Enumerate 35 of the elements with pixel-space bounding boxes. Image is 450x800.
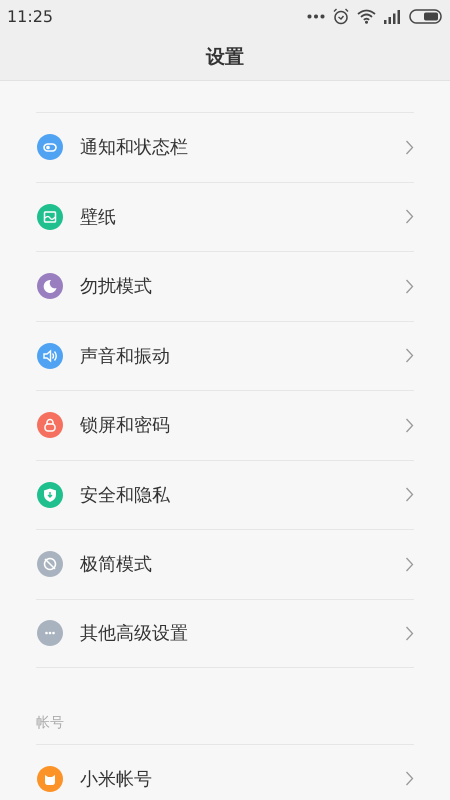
battery-icon: [409, 9, 442, 24]
status-time: 11:25: [7, 7, 54, 26]
chevron-icon: [405, 771, 414, 786]
wifi-icon: [357, 9, 376, 24]
item-label: 其他高级设置: [80, 622, 189, 646]
settings-item[interactable]: 勿扰模式: [36, 251, 414, 320]
item-label: 通知和状态栏: [80, 136, 189, 160]
chevron-icon: [405, 556, 414, 572]
alarm-icon: [333, 8, 349, 25]
settings-item[interactable]: 声音和振动: [36, 320, 414, 390]
item-label: 锁屏和密码: [80, 414, 171, 438]
chevron-icon: [405, 348, 414, 364]
item-label: 声音和振动: [80, 344, 171, 368]
chevron-icon: [405, 418, 414, 433]
item-label: 安全和隐私: [80, 484, 171, 507]
signal-icon: [384, 10, 401, 24]
settings-item[interactable]: 锁屏和密码: [36, 390, 414, 460]
item-label: 小米帐号: [80, 768, 153, 791]
chevron-icon: [405, 626, 414, 641]
section-header: 帐号: [36, 714, 64, 732]
settings-item[interactable]: 壁纸: [36, 182, 414, 251]
settings-item[interactable]: 安全和隐私: [36, 460, 414, 529]
screen-title: 设置: [206, 44, 244, 70]
item-label: 壁纸: [80, 206, 117, 229]
item-label: 勿扰模式: [80, 275, 153, 298]
item-label: 极简模式: [80, 553, 153, 576]
settings-item[interactable]: 极简模式: [36, 529, 414, 598]
chevron-icon: [405, 487, 414, 502]
chevron-icon: [405, 209, 414, 224]
chevron-icon: [405, 278, 414, 294]
settings-item[interactable]: 其他高级设置: [36, 598, 414, 668]
chevron-icon: [405, 140, 414, 155]
more-icon: [307, 14, 325, 19]
settings-item[interactable]: 小米帐号: [36, 744, 414, 800]
settings-item[interactable]: 通知和状态栏: [36, 112, 414, 182]
